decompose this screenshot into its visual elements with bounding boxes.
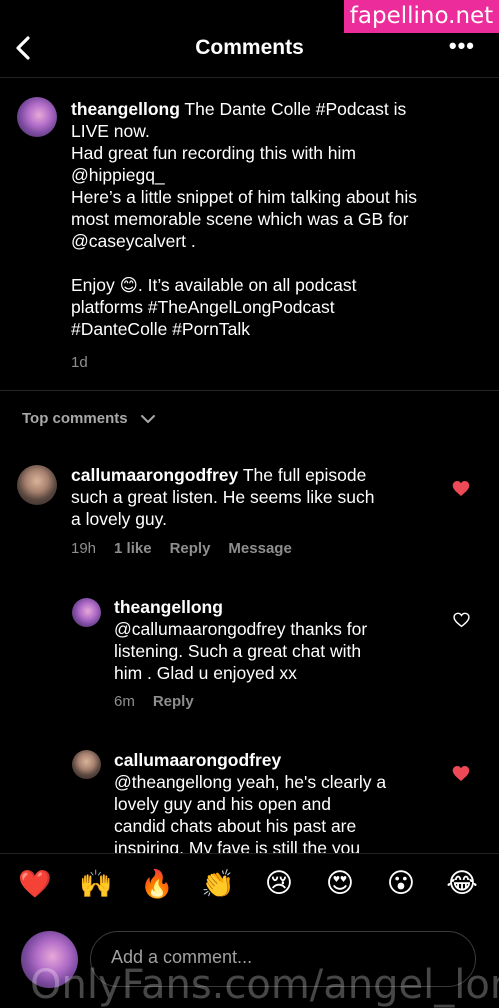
emoji-heart-eyes[interactable]: 😍 xyxy=(322,868,358,899)
page-title: Comments xyxy=(195,36,304,59)
avatar[interactable] xyxy=(72,750,101,779)
post-username[interactable]: theangellong xyxy=(71,99,180,119)
avatar[interactable] xyxy=(72,598,101,627)
top-comments-sort[interactable]: Top comments xyxy=(22,410,156,427)
emoji-crying-face[interactable]: 😢 xyxy=(261,868,297,899)
emoji-surprised-face[interactable]: 😮 xyxy=(383,868,419,899)
comment-username[interactable]: callumaarongodfrey xyxy=(71,465,238,485)
heart-filled-icon[interactable] xyxy=(452,765,470,782)
heart-outline-icon[interactable] xyxy=(453,612,470,628)
composer-divider xyxy=(0,853,499,854)
message-button[interactable]: Message xyxy=(228,540,291,557)
reply-text: callumaarongodfrey @theangellong yeah, h… xyxy=(114,749,387,858)
section-divider xyxy=(0,390,499,391)
heart-filled-icon[interactable] xyxy=(452,480,470,497)
post-caption: theangellong The Dante Colle #Podcast is… xyxy=(71,99,417,339)
emoji-red-heart[interactable]: ❤️ xyxy=(17,868,53,900)
likes-count[interactable]: 1 like xyxy=(114,540,152,557)
emoji-tears-of-joy[interactable]: 😂 xyxy=(444,868,480,899)
header-divider xyxy=(0,77,499,78)
comment-text: callumaarongodfrey The full episode such… xyxy=(71,465,375,529)
current-user-avatar xyxy=(21,931,78,988)
emoji-fire[interactable]: 🔥 xyxy=(139,868,175,900)
emoji-clapping-hands[interactable]: 👏 xyxy=(200,868,236,900)
chevron-down-icon xyxy=(140,415,155,424)
more-options-icon[interactable]: ••• xyxy=(449,35,475,57)
reply-button[interactable]: Reply xyxy=(153,693,194,710)
emoji-raising-hands[interactable]: 🙌 xyxy=(78,868,114,900)
comment-meta: 19h 1 like Reply Message xyxy=(71,540,292,557)
avatar[interactable] xyxy=(17,97,57,137)
header-bar: Comments ••• xyxy=(0,26,499,72)
comment-meta: 6m Reply xyxy=(114,693,194,710)
comment-username[interactable]: theangellong xyxy=(114,596,367,618)
comment-input[interactable] xyxy=(109,946,453,969)
reply-text: theangellong @callumaarongodfrey thanks … xyxy=(114,596,368,683)
reply-button[interactable]: Reply xyxy=(170,540,211,557)
comment-composer[interactable] xyxy=(90,931,476,987)
quick-reactions-bar: ❤️ 🙌 🔥 👏 😢 😍 😮 😂 xyxy=(0,868,499,914)
comment-username[interactable]: callumaarongodfrey xyxy=(114,749,386,771)
avatar[interactable] xyxy=(17,465,57,505)
post-timestamp: 1d xyxy=(71,354,88,371)
